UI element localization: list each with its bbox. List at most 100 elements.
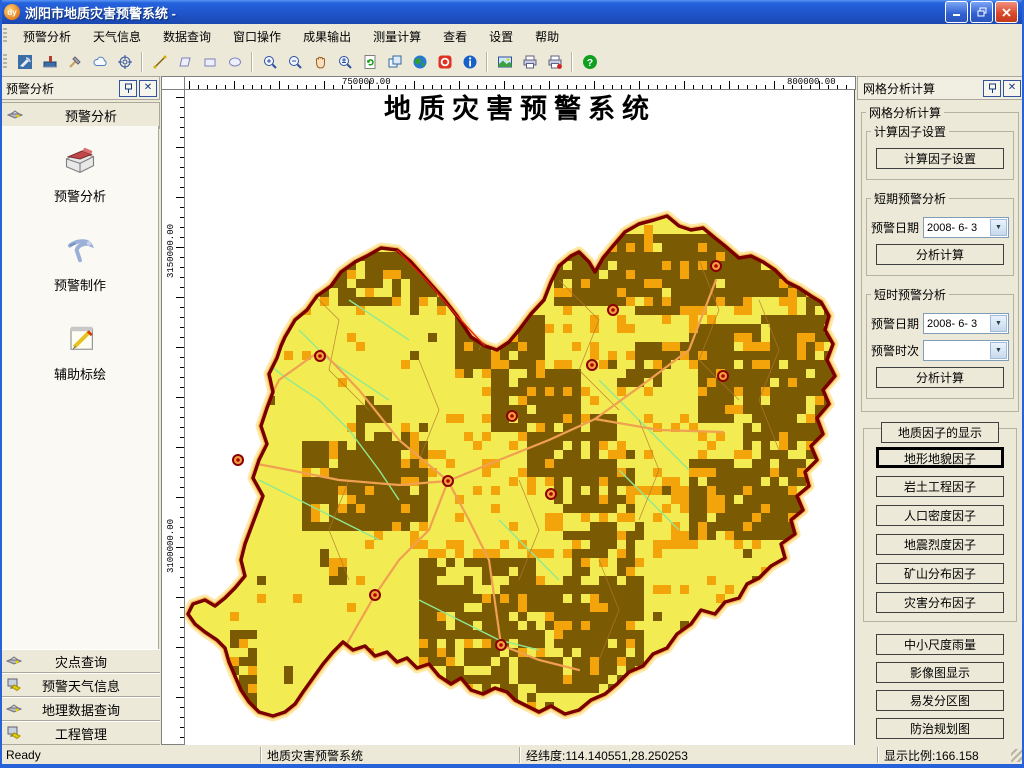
short-time-analyze-button[interactable]: 分析计算: [876, 367, 1004, 388]
ruler-tick: [459, 81, 460, 89]
refresh-page-icon[interactable]: [358, 51, 381, 73]
township-boundary-line: [479, 250, 499, 350]
print-icon[interactable]: [518, 51, 541, 73]
ruler-tick: [486, 85, 487, 89]
copy-layers-icon[interactable]: [383, 51, 406, 73]
resize-grip[interactable]: [1011, 749, 1024, 762]
menu-item-8[interactable]: 帮助: [524, 25, 570, 48]
town-marker[interactable]: [443, 476, 453, 486]
rainfall-button[interactable]: 中小尺度雨量: [876, 634, 1004, 655]
grid-analysis-group: 网格分析计算 计算因子设置 计算因子设置 短期预警分析 预警日期 2008- 6…: [861, 104, 1019, 412]
warning-date-combo2[interactable]: 2008- 6- 3 ▼: [923, 313, 1009, 334]
chevron-down-icon[interactable]: ▼: [990, 342, 1007, 359]
warning-date-combo[interactable]: 2008- 6- 3 ▼: [923, 217, 1009, 238]
sidebar-item-weather-info[interactable]: 预警天气信息: [0, 673, 160, 697]
factor-terrain-button[interactable]: 地形地貌因子: [876, 447, 1004, 468]
ruler-tick: [603, 85, 604, 89]
ruler-tick: [180, 717, 184, 718]
globe-icon[interactable]: [408, 51, 431, 73]
chevron-down-icon[interactable]: ▼: [990, 219, 1007, 236]
image-map-button[interactable]: 影像图显示: [876, 662, 1004, 683]
sidebar-item-disaster-query[interactable]: 灾点查询: [0, 649, 160, 673]
menu-item-5[interactable]: 测量计算: [362, 25, 432, 48]
line-tool-icon[interactable]: [148, 51, 171, 73]
satellite-map-icon[interactable]: [13, 51, 36, 73]
close-icon[interactable]: ✕: [139, 80, 157, 97]
sidebar-item-warning-analysis[interactable]: 预警分析: [54, 142, 106, 205]
town-marker[interactable]: [711, 261, 721, 271]
ruler-tick: [180, 407, 184, 408]
ruler-tick: [176, 147, 184, 148]
pin-icon[interactable]: [119, 80, 137, 97]
zoom-in-icon[interactable]: [258, 51, 281, 73]
ruler-tick: [180, 637, 184, 638]
prevention-plan-button[interactable]: 防治规划图: [876, 718, 1004, 739]
menu-item-6[interactable]: 查看: [432, 25, 478, 48]
rectangle-tool-icon[interactable]: [198, 51, 221, 73]
town-marker[interactable]: [315, 351, 325, 361]
town-marker[interactable]: [496, 640, 506, 650]
ruler-tick: [180, 287, 184, 288]
ruler-tick: [720, 85, 721, 89]
pin-icon[interactable]: [983, 80, 1001, 97]
sidebar-item-geo-data-query[interactable]: 地理数据查询: [0, 697, 160, 721]
ruler-tick: [180, 657, 184, 658]
stop-icon[interactable]: [433, 51, 456, 73]
geo-factor-display-button[interactable]: 地质因子的显示: [881, 422, 999, 443]
menu-item-7[interactable]: 设置: [478, 25, 524, 48]
sidebar-item-warning-make[interactable]: 预警制作: [54, 231, 106, 294]
town-marker[interactable]: [587, 360, 597, 370]
crosshair-icon[interactable]: [113, 51, 136, 73]
menu-item-3[interactable]: 窗口操作: [222, 25, 292, 48]
print-preview-icon[interactable]: [543, 51, 566, 73]
town-marker[interactable]: [718, 371, 728, 381]
section-warning-analysis[interactable]: 预警分析: [0, 102, 160, 129]
town-marker[interactable]: [608, 305, 618, 315]
calc-factor-settings-button[interactable]: 计算因子设置: [876, 148, 1004, 169]
ruler-tick: [621, 85, 622, 89]
town-marker[interactable]: [233, 455, 243, 465]
ruler-tick: [180, 457, 184, 458]
chevron-down-icon[interactable]: ▼: [990, 315, 1007, 332]
short-term-analyze-button[interactable]: 分析计算: [876, 244, 1004, 265]
sidebar-item-project-management[interactable]: 工程管理: [0, 721, 160, 745]
warning-time-combo[interactable]: ▼: [923, 340, 1009, 361]
ruler-tick: [450, 85, 451, 89]
minimize-button[interactable]: [945, 1, 968, 23]
pan-hand-icon[interactable]: [308, 51, 331, 73]
menu-item-0[interactable]: 预警分析: [12, 25, 82, 48]
menu-grip[interactable]: [3, 28, 7, 44]
menu-item-1[interactable]: 天气信息: [82, 25, 152, 48]
map-canvas[interactable]: 地质灾害预警系统: [185, 90, 855, 745]
susceptibility-zone-button[interactable]: 易发分区图: [876, 690, 1004, 711]
help-icon[interactable]: ?: [578, 51, 601, 73]
town-marker[interactable]: [507, 411, 517, 421]
ruler-tick: [648, 85, 649, 89]
menu-item-2[interactable]: 数据查询: [152, 25, 222, 48]
zoom-out-icon[interactable]: [283, 51, 306, 73]
ruler-tick: [279, 81, 280, 89]
factor-mine-button[interactable]: 矿山分布因子: [876, 563, 1004, 584]
info-icon[interactable]: [458, 51, 481, 73]
menu-item-4[interactable]: 成果输出: [292, 25, 362, 48]
ruler-tick: [180, 667, 184, 668]
ruler-tick: [558, 85, 559, 89]
factor-geotech-button[interactable]: 岩土工程因子: [876, 476, 1004, 497]
ellipse-tool-icon[interactable]: [223, 51, 246, 73]
polygon-tool-icon[interactable]: [173, 51, 196, 73]
toolbar-grip[interactable]: [3, 54, 7, 70]
town-marker[interactable]: [370, 590, 380, 600]
factor-seismic-button[interactable]: 地震烈度因子: [876, 534, 1004, 555]
image-display-icon[interactable]: [493, 51, 516, 73]
hammer-icon[interactable]: [63, 51, 86, 73]
factor-disaster-button[interactable]: 灾害分布因子: [876, 592, 1004, 613]
cloud-icon[interactable]: [88, 51, 111, 73]
factor-population-button[interactable]: 人口密度因子: [876, 505, 1004, 526]
town-marker[interactable]: [546, 489, 556, 499]
close-icon[interactable]: ✕: [1003, 80, 1021, 97]
close-button[interactable]: [995, 1, 1018, 23]
paint-roller-icon[interactable]: [38, 51, 61, 73]
restore-button[interactable]: [970, 1, 993, 23]
zoom-extent-icon[interactable]: [333, 51, 356, 73]
sidebar-item-aux-plot[interactable]: 辅助标绘: [54, 320, 106, 383]
